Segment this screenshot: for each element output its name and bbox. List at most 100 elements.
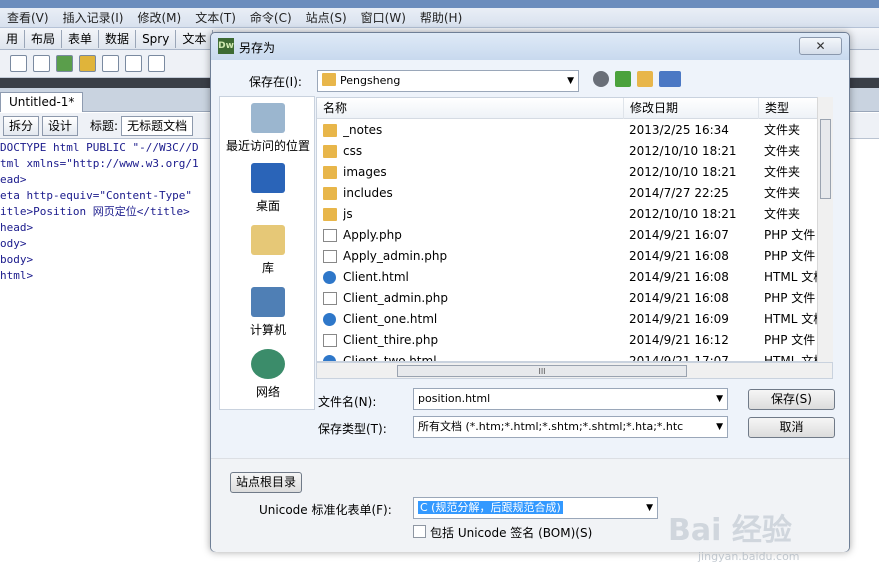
- html-file-icon: [323, 271, 336, 284]
- horizontal-scrollbar[interactable]: III: [316, 362, 833, 379]
- code-view[interactable]: DOCTYPE html PUBLIC "-//W3C//D tml xmlns…: [0, 140, 220, 284]
- place-desktop[interactable]: 桌面: [220, 163, 316, 214]
- cancel-button[interactable]: 取消: [748, 417, 835, 438]
- menu-text[interactable]: 文本(T): [188, 9, 243, 26]
- server-include-icon[interactable]: [125, 55, 142, 72]
- tab-common[interactable]: 用: [0, 29, 26, 48]
- filetype-dropdown[interactable]: 所有文档 (*.htm;*.html;*.shtm;*.shtml;*.hta;…: [413, 416, 728, 438]
- table-row[interactable]: css 2012/10/10 18:21 文件夹: [317, 141, 830, 162]
- view-menu-icon[interactable]: [659, 71, 681, 87]
- scroll-thumb[interactable]: [820, 119, 831, 199]
- php-file-icon: [323, 334, 337, 347]
- tab-layout[interactable]: 布局: [25, 29, 63, 48]
- folder-icon: [323, 145, 337, 158]
- menu-help[interactable]: 帮助(H): [413, 9, 469, 26]
- scroll-thumb[interactable]: III: [397, 365, 687, 377]
- file-type: 文件夹: [764, 186, 801, 200]
- tab-untitled-1[interactable]: Untitled-1*: [0, 92, 84, 112]
- menu-commands[interactable]: 命令(C): [243, 9, 299, 26]
- html-file-icon: [323, 313, 336, 326]
- place-network[interactable]: 网络: [220, 349, 316, 400]
- file-type: 文件夹: [764, 165, 801, 179]
- design-view-button[interactable]: 设计: [42, 115, 79, 136]
- code-line: ody>: [0, 237, 27, 250]
- file-date: 2014/9/21 16:08: [629, 291, 729, 305]
- table-row[interactable]: Client_thire.php 2014/9/21 16:12 PHP 文件: [317, 330, 830, 351]
- file-name: js: [343, 207, 353, 221]
- table-row[interactable]: _notes 2013/2/25 16:34 文件夹: [317, 120, 830, 141]
- table-row[interactable]: Client_one.html 2014/9/21 16:09 HTML 文档: [317, 309, 830, 330]
- tab-forms[interactable]: 表单: [62, 29, 100, 48]
- library-icon: [251, 225, 285, 255]
- file-date: 2014/7/27 22:25: [629, 186, 729, 200]
- column-name[interactable]: 名称: [317, 98, 624, 119]
- place-label: 计算机: [249, 323, 286, 337]
- dialog-title-bar[interactable]: Dw 另存为 ✕: [211, 33, 849, 60]
- tab-spry[interactable]: Spry: [136, 29, 177, 48]
- places-bar: 最近访问的位置 桌面 库 计算机 网络: [219, 96, 315, 410]
- folder-icon: [323, 124, 337, 137]
- table-row[interactable]: images 2012/10/10 18:21 文件夹: [317, 162, 830, 183]
- table-row[interactable]: Client_admin.php 2014/9/21 16:08 PHP 文件: [317, 288, 830, 309]
- save-button[interactable]: 保存(S): [748, 389, 835, 410]
- file-list[interactable]: 名称 修改日期 类型 _notes 2013/2/25 16:34 文件夹 css 20…: [316, 97, 831, 362]
- table-row[interactable]: Apply_admin.php 2014/9/21 16:08 PHP 文件: [317, 246, 830, 267]
- title-input[interactable]: 无标题文档: [121, 115, 194, 136]
- new-folder-icon[interactable]: [637, 71, 653, 87]
- chevron-down-icon: ▼: [567, 76, 574, 86]
- file-type: HTML 文档: [764, 312, 824, 326]
- place-label: 最近访问的位置: [225, 139, 310, 153]
- date-icon[interactable]: [102, 55, 119, 72]
- unicode-label: Unicode 标准化表单(F):: [259, 503, 392, 517]
- split-view-button[interactable]: 拆分: [3, 115, 40, 136]
- place-library[interactable]: 库: [220, 225, 316, 276]
- bom-checkbox[interactable]: [413, 525, 426, 538]
- window-title-strip: [0, 0, 879, 8]
- html-file-icon: [323, 355, 336, 361]
- computer-icon: [251, 287, 285, 317]
- table-row[interactable]: Client_two.html 2014/9/21 17:07 HTML 文档: [317, 351, 830, 362]
- vertical-scrollbar[interactable]: [817, 97, 833, 362]
- table-row[interactable]: Apply.php 2014/9/21 16:07 PHP 文件: [317, 225, 830, 246]
- save-in-dropdown[interactable]: Pengsheng ▼: [317, 70, 579, 92]
- table-row[interactable]: includes 2014/7/27 22:25 文件夹: [317, 183, 830, 204]
- menu-window[interactable]: 窗口(W): [354, 9, 413, 26]
- place-computer[interactable]: 计算机: [220, 287, 316, 338]
- file-type: 文件夹: [764, 144, 801, 158]
- filetype-value: 所有文档 (*.htm;*.html;*.shtm;*.shtml;*.hta;…: [418, 420, 684, 433]
- menu-insert[interactable]: 插入记录(I): [56, 9, 131, 26]
- folder-icon: [322, 73, 336, 86]
- file-name: Apply.php: [343, 228, 402, 242]
- recent-places-icon: [251, 103, 285, 133]
- media-icon[interactable]: [79, 55, 96, 72]
- close-button[interactable]: ✕: [799, 37, 842, 55]
- div-icon[interactable]: [33, 55, 50, 72]
- back-icon[interactable]: [593, 71, 609, 87]
- place-recent[interactable]: 最近访问的位置: [220, 103, 316, 154]
- file-date: 2012/10/10 18:21: [629, 165, 737, 179]
- menu-modify[interactable]: 修改(M): [130, 9, 188, 26]
- file-name: Client_two.html: [343, 354, 437, 362]
- file-date: 2014/9/21 16:12: [629, 333, 729, 347]
- menu-site[interactable]: 站点(S): [299, 9, 354, 26]
- column-date[interactable]: 修改日期: [624, 98, 759, 119]
- table-row[interactable]: js 2012/10/10 18:21 文件夹: [317, 204, 830, 225]
- up-folder-icon[interactable]: [615, 71, 631, 87]
- table-icon[interactable]: [10, 55, 27, 72]
- comment-icon[interactable]: [148, 55, 165, 72]
- filename-input[interactable]: position.html ▼: [413, 388, 728, 410]
- menu-view[interactable]: 查看(V): [0, 9, 56, 26]
- table-row[interactable]: Client.html 2014/9/21 16:08 HTML 文档: [317, 267, 830, 288]
- dreamweaver-icon: Dw: [218, 38, 234, 54]
- unicode-dropdown[interactable]: C (规范分解，后跟规范合成) ▼: [413, 497, 658, 519]
- chevron-down-icon: ▼: [646, 503, 653, 513]
- site-root-button[interactable]: 站点根目录: [230, 472, 302, 493]
- tab-data[interactable]: 数据: [99, 29, 137, 48]
- file-type: HTML 文档: [764, 270, 824, 284]
- file-date: 2013/2/25 16:34: [629, 123, 729, 137]
- file-name: Client_one.html: [343, 312, 438, 326]
- tab-text[interactable]: 文本: [176, 29, 214, 48]
- file-name: Client_admin.php: [343, 291, 448, 305]
- image-icon[interactable]: [56, 55, 73, 72]
- watermark-url: jingyan.baidu.com: [698, 550, 800, 563]
